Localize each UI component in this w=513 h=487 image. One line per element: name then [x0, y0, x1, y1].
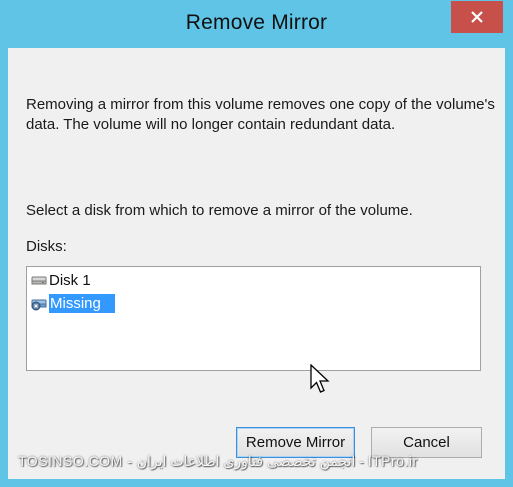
- dialog-body: Removing a mirror from this volume remov…: [8, 48, 505, 479]
- remove-mirror-dialog: Remove Mirror Removing a mirror from thi…: [0, 0, 513, 487]
- list-item-missing[interactable]: Missing: [31, 292, 115, 314]
- title-bar[interactable]: Remove Mirror: [0, 0, 513, 48]
- window-title: Remove Mirror: [185, 11, 328, 34]
- missing-disk-icon: [31, 299, 47, 311]
- disks-label: Disks:: [26, 238, 67, 255]
- mouse-cursor-icon: [310, 364, 330, 393]
- close-icon: [471, 11, 483, 23]
- list-item-disk-1[interactable]: Disk 1: [31, 269, 91, 291]
- description-text: Removing a mirror from this volume remov…: [26, 96, 495, 133]
- watermark-text: TOSINSO.COM - انجمن تخصصی فناوری اطلاعات…: [18, 453, 418, 469]
- select-prompt: Select a disk from which to remove a mir…: [26, 202, 413, 219]
- disk-icon: [31, 276, 47, 285]
- disk-list[interactable]: Disk 1 Missing: [26, 266, 481, 371]
- list-item-label: Disk 1: [49, 271, 91, 289]
- close-button[interactable]: [451, 1, 503, 33]
- list-item-label: Missing: [49, 293, 115, 313]
